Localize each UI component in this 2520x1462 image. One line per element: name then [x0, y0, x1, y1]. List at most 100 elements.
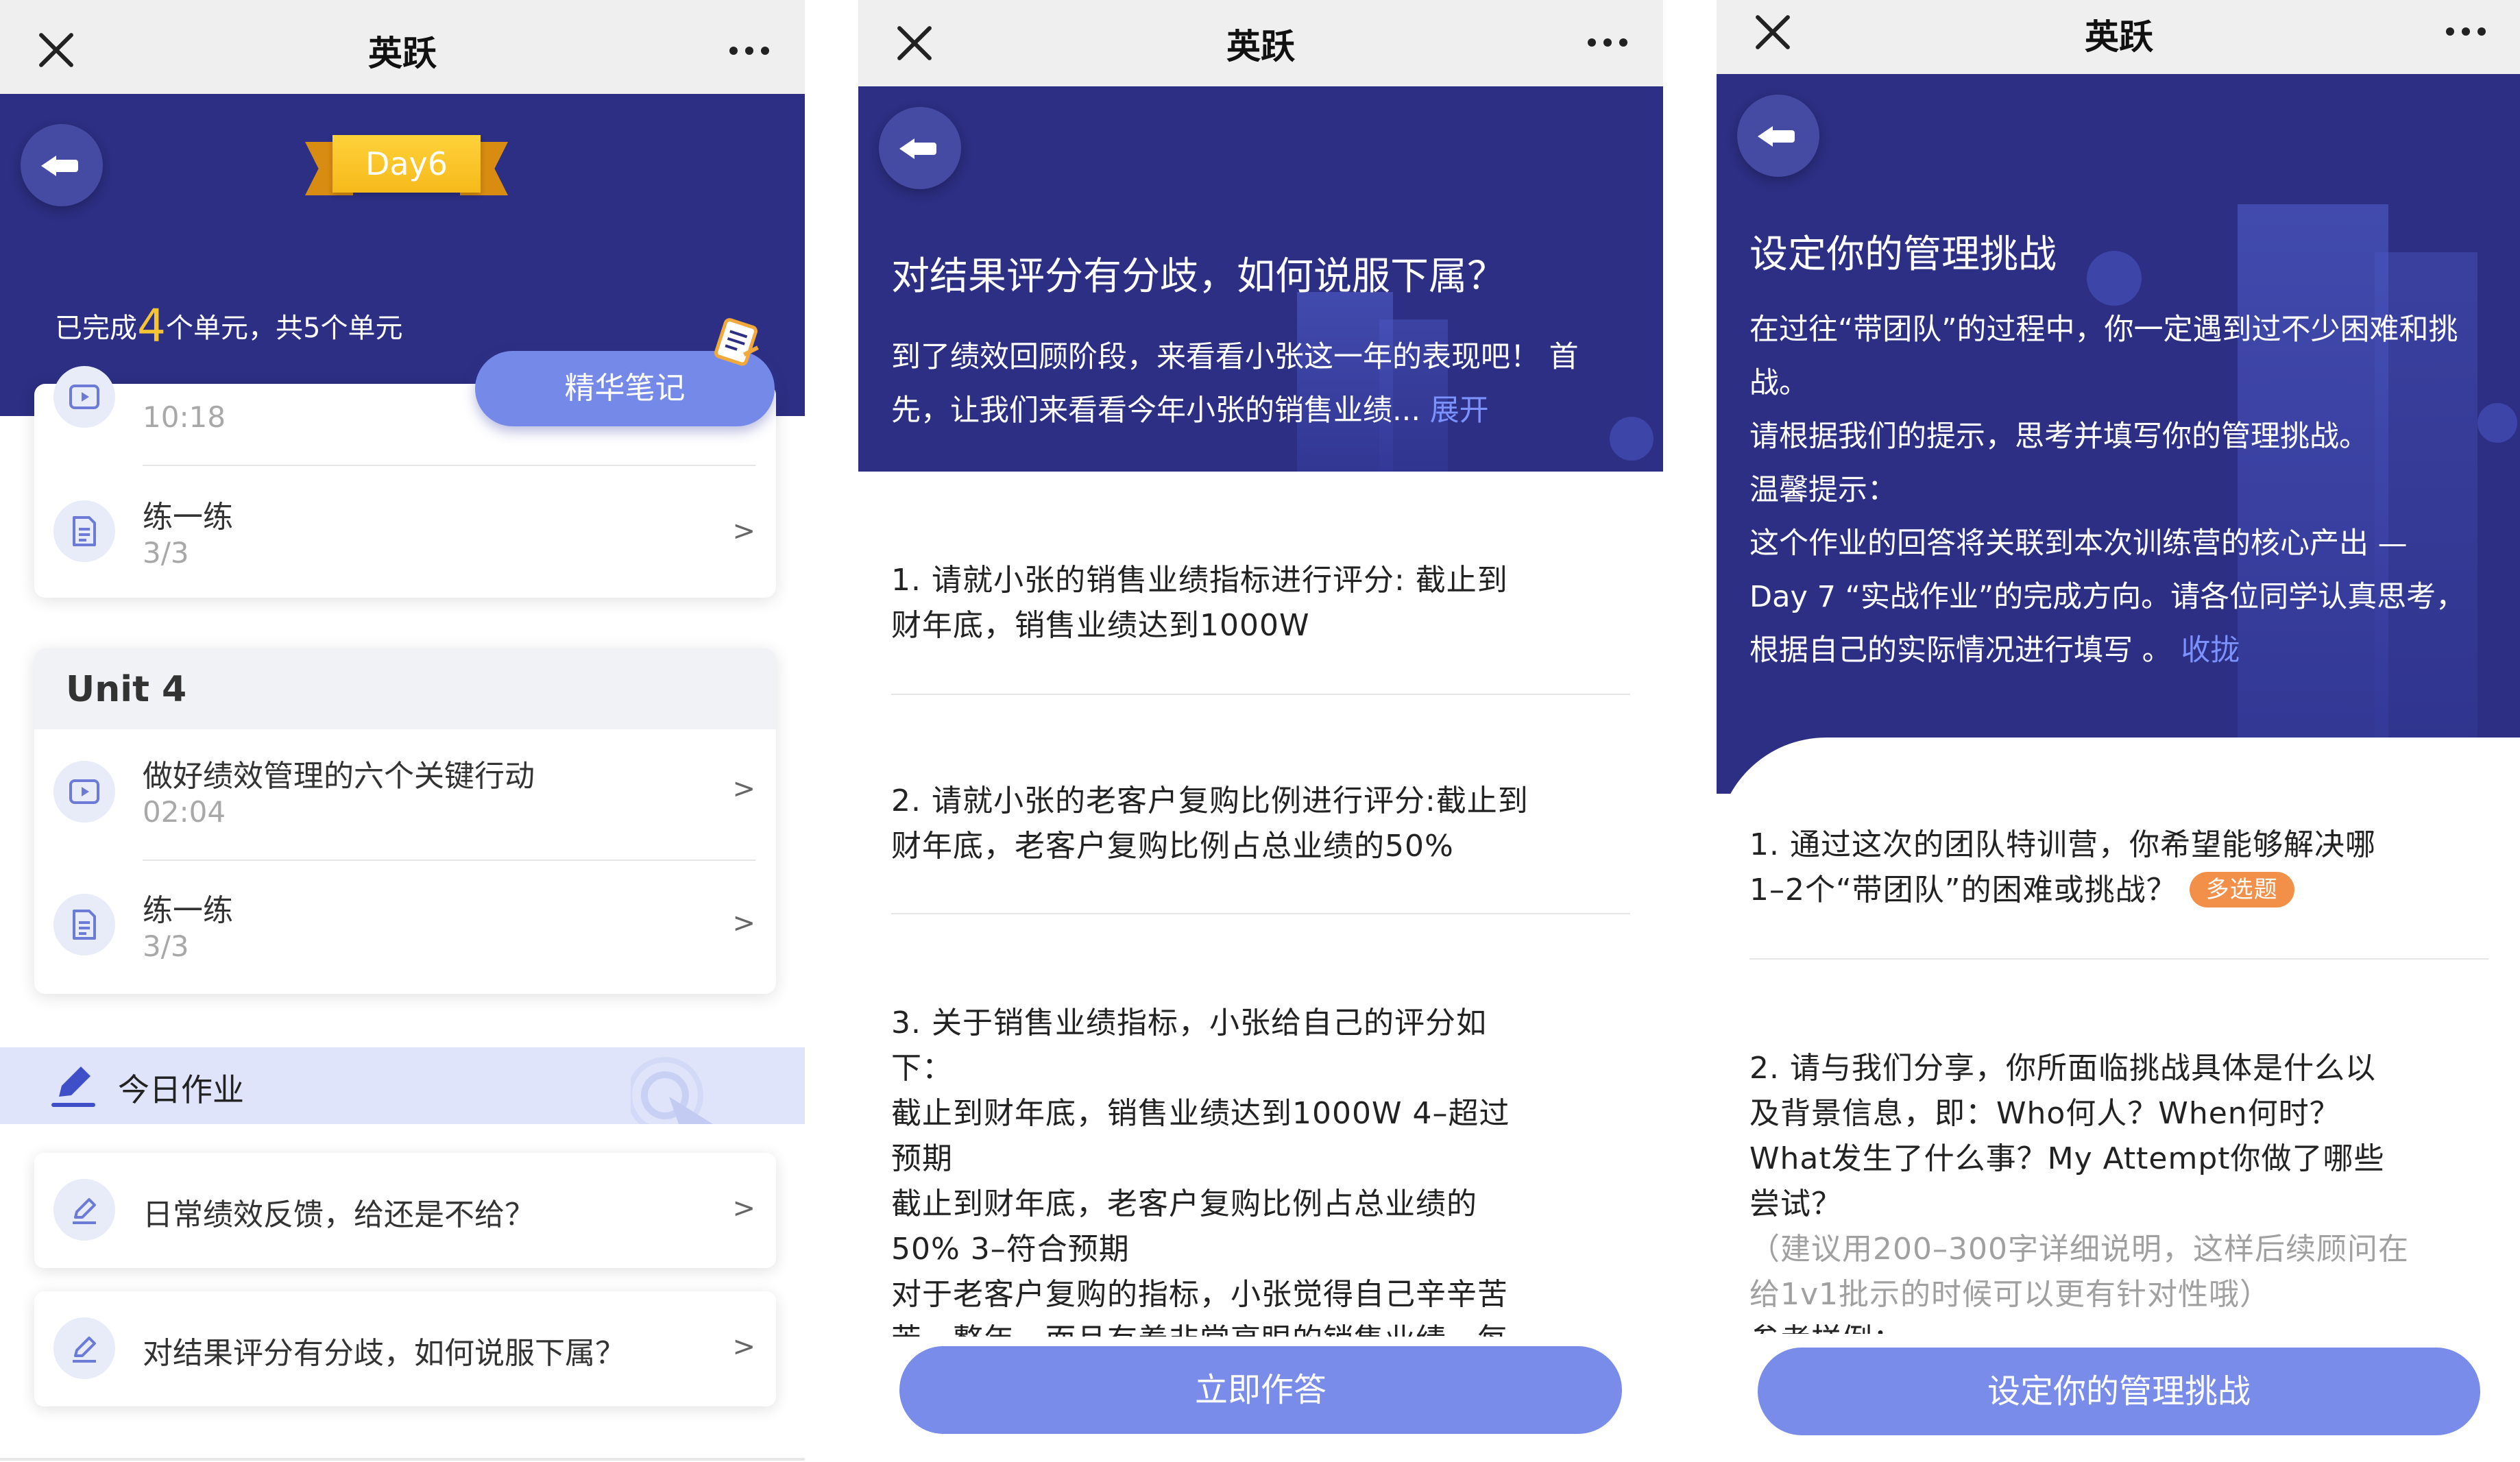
page-title: 对结果评分有分歧，如何说服下属？ — [891, 254, 1505, 299]
chevron-right-icon: > — [732, 773, 755, 805]
homework-item[interactable]: 对结果评分有分歧，如何说服下属？ > — [34, 1291, 776, 1406]
title-bar: 英跃 — [0, 0, 805, 94]
video-icon — [53, 761, 115, 823]
unit4-card: Unit 4 做好绩效管理的六个关键行动 02:04 > 练一练 3/3 > — [34, 648, 776, 994]
back-arrow-icon[interactable] — [21, 124, 103, 206]
item-title: 练一练 — [143, 893, 233, 928]
question-line: 1–2个“带团队”的困难或挑战？ — [1749, 873, 2177, 907]
progress-prefix: 已完成 — [55, 313, 137, 344]
item-title: 做好绩效管理的六个关键行动 — [143, 759, 535, 794]
intro-text: 到了绩效回顾阶段，来看看小张这一年的表现吧！ 首先，让我们来看看今年小张的销售业… — [891, 330, 1630, 437]
question-line: 尝试？ — [1749, 1186, 1842, 1221]
app-title: 英跃 — [2085, 17, 2153, 57]
edit-icon — [53, 1179, 115, 1241]
question-line: 财年底，销售业绩达到1000W — [891, 608, 1310, 643]
unit-header: Unit 4 — [34, 648, 776, 729]
set-challenge-button[interactable]: 设定你的管理挑战 — [1758, 1348, 2480, 1435]
item-duration: 02:04 — [143, 795, 226, 829]
question-line: 3. 关于销售业绩指标，小张给自己的评分如 — [891, 1006, 1487, 1040]
screen-homework-rating: 英跃 对结果评分有分歧，如何说服下属？ 到了绩效回顾阶段，来看看小张这一年的表现… — [858, 0, 1663, 1462]
more-icon[interactable] — [2446, 27, 2486, 36]
document-icon — [53, 500, 115, 562]
homework-item[interactable]: 日常绩效反馈，给还是不给？ > — [34, 1153, 776, 1268]
question-line: 2. 请就小张的老客户复购比例进行评分:截止到 — [891, 783, 1529, 818]
progress-completed-count: 4 — [137, 300, 166, 352]
question-line: What发生了什么事？My Attempt你做了哪些 — [1749, 1141, 2385, 1176]
divider — [1749, 958, 2488, 960]
intro-line: 这个作业的回答将关联到本次训练营的核心产出 — — [1749, 526, 2408, 561]
question-line: 对于老客户复购的指标，小张觉得自己辛辛苦 — [891, 1277, 1508, 1312]
pencil-icon — [51, 1067, 95, 1107]
chevron-right-icon: > — [732, 1193, 755, 1224]
homework-item-title: 对结果评分有分歧，如何说服下属？ — [143, 1336, 625, 1371]
app-title: 英跃 — [1226, 27, 1295, 66]
decorative-touch-icon — [631, 1057, 713, 1124]
divider — [891, 913, 1630, 914]
intro-line: 战。 — [1749, 366, 1808, 400]
edit-icon — [53, 1317, 115, 1379]
day-badge-label: Day6 — [332, 135, 481, 193]
question-line: 2. 请与我们分享，你所面临挑战具体是什么以 — [1749, 1051, 2376, 1086]
video-icon — [53, 366, 115, 428]
more-icon[interactable] — [1588, 38, 1627, 47]
challenge-header: 设定你的管理挑战 在过往“带团队”的过程中，你一定遇到过不少困难和挑 战。 请根… — [1717, 74, 2520, 794]
question-line: 预期 — [891, 1141, 953, 1176]
collapse-link[interactable]: 收拢 — [2181, 633, 2240, 668]
homework-section-header: 今日作业 — [0, 1047, 805, 1124]
chevron-right-icon: > — [732, 1331, 755, 1363]
day-badge: Day6 — [305, 135, 508, 201]
question-2[interactable]: 2. 请就小张的老客户复购比例进行评分:截止到 财年底，老客户复购比例占总业绩的… — [891, 779, 1630, 869]
bottom-divider — [0, 1458, 805, 1461]
screen-course-day: 英跃 Day6 已完成4个单元，共5个单元 10:18 练一练 3/3 > 精华… — [0, 0, 805, 1462]
expand-link[interactable]: 展开 — [1430, 393, 1489, 428]
question-line: 下： — [891, 1051, 953, 1086]
item-progress: 3/3 — [143, 929, 189, 963]
divider — [143, 465, 755, 466]
intro-line: 在过往“带团队”的过程中，你一定遇到过不少困难和挑 — [1749, 313, 2458, 347]
list-item-practice[interactable]: 练一练 3/3 > — [34, 862, 776, 986]
item-title: 练一练 — [143, 500, 233, 535]
intro-text: 在过往“带团队”的过程中，你一定遇到过不少困难和挑 战。 请根据我们的提示，思考… — [1749, 303, 2488, 677]
multi-choice-badge: 多选题 — [2189, 872, 2294, 907]
title-bar: 英跃 — [1717, 0, 2520, 74]
homework-title: 今日作业 — [118, 1071, 244, 1108]
question-line: 财年底，老客户复购比例占总业绩的50% — [891, 829, 1454, 864]
question-hint: （建议用200–300字详细说明，这样后续顾问在 — [1749, 1232, 2409, 1267]
homework-header: 对结果评分有分歧，如何说服下属？ 到了绩效回顾阶段，来看看小张这一年的表现吧！ … — [858, 86, 1663, 472]
screen-management-challenge: 英跃 设定你的管理挑战 在过往“带团队”的过程中，你一定遇到过不少困难和挑 战。… — [1717, 0, 2520, 1462]
question-line: 截止到财年底，老客户复购比例占总业绩的 — [891, 1186, 1477, 1221]
question-3[interactable]: 3. 关于销售业绩指标，小张给自己的评分如 下： 截止到财年底，销售业绩达到10… — [891, 1001, 1630, 1337]
item-progress: 3/3 — [143, 536, 189, 570]
homework-item-title: 日常绩效反馈，给还是不给？ — [143, 1197, 535, 1232]
divider — [143, 860, 755, 861]
question-line: 1. 通过这次的团队特训营，你希望能够解决哪 — [1749, 827, 2376, 862]
item-duration: 10:18 — [143, 400, 226, 434]
chevron-right-icon: > — [732, 907, 755, 939]
more-icon[interactable] — [729, 47, 769, 55]
page-title: 设定你的管理挑战 — [1749, 232, 2057, 277]
answer-now-button[interactable]: 立即作答 — [899, 1346, 1622, 1434]
list-item-practice[interactable]: 练一练 3/3 > — [34, 467, 776, 591]
question-2[interactable]: 2. 请与我们分享，你所面临挑战具体是什么以 及背景信息，即：Who何人？Whe… — [1749, 1046, 2488, 1337]
app-title: 英跃 — [368, 34, 437, 73]
back-arrow-icon[interactable] — [879, 107, 961, 189]
question-line: 50% 3–符合预期 — [891, 1232, 1130, 1267]
title-bar: 英跃 — [858, 0, 1663, 86]
progress-text: 已完成4个单元，共5个单元 — [55, 300, 402, 352]
document-icon — [53, 894, 115, 955]
question-line: 1. 请就小张的销售业绩指标进行评分: 截止到 — [891, 563, 1508, 598]
progress-suffix: 个单元，共5个单元 — [166, 313, 403, 344]
question-1[interactable]: 1. 通过这次的团队特训营，你希望能够解决哪 1–2个“带团队”的困难或挑战？ 多… — [1749, 823, 2488, 913]
question-hint: 给1v1批示的时候可以更有针对性哦） — [1749, 1277, 2271, 1312]
question-line: 苦一整年，而且有着非常亮眼的销售业绩，每 — [891, 1317, 1630, 1337]
unit-title: Unit 4 — [66, 669, 187, 710]
question-line: 及背景信息，即：Who何人？When何时？ — [1749, 1096, 2340, 1131]
question-line: 截止到财年底，销售业绩达到1000W 4–超过 — [891, 1096, 1510, 1131]
list-item-video[interactable]: 做好绩效管理的六个关键行动 02:04 > — [34, 729, 776, 853]
divider — [891, 694, 1630, 695]
back-arrow-icon[interactable] — [1737, 95, 1819, 177]
intro-line: Day 7 “实战作业”的完成方向。请各位同学认真思考， — [1749, 580, 2466, 614]
question-1[interactable]: 1. 请就小张的销售业绩指标进行评分: 截止到 财年底，销售业绩达到1000W — [891, 558, 1630, 648]
chevron-right-icon: > — [732, 515, 755, 547]
intro-line: 请根据我们的提示，思考并填写你的管理挑战。 — [1749, 419, 2368, 454]
